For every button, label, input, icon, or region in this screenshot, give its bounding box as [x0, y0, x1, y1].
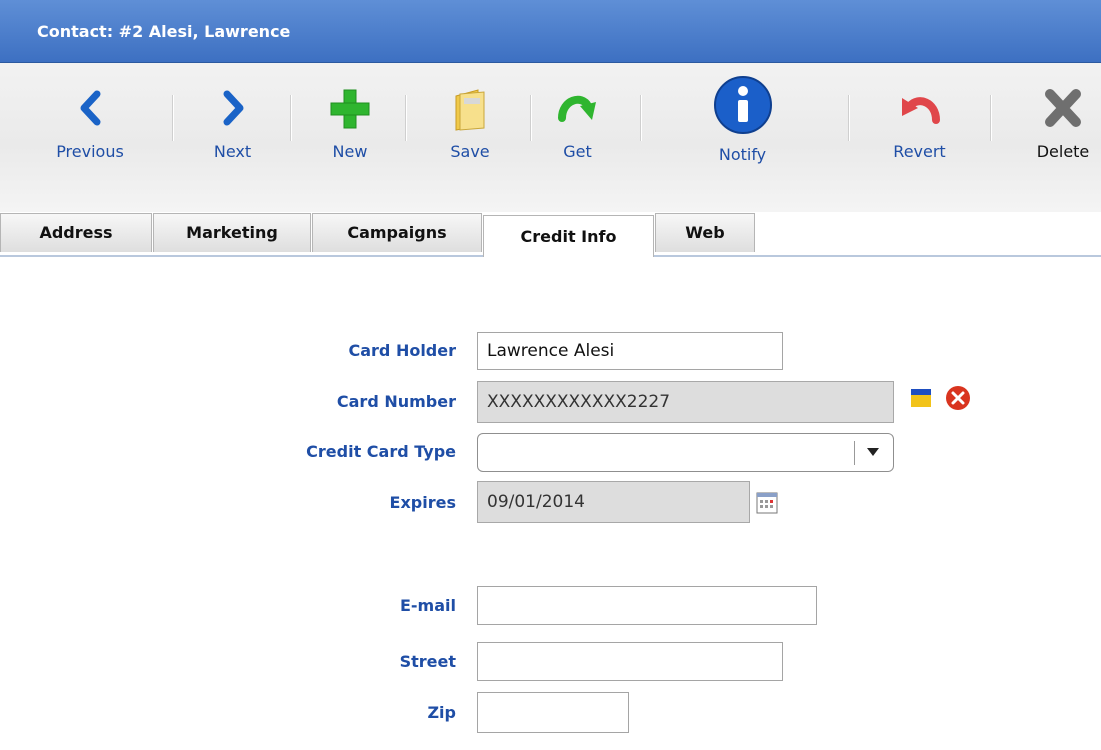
previous-button[interactable]: Previous [40, 63, 140, 183]
toolbar-separator [405, 95, 406, 141]
refresh-arrow-icon [557, 95, 596, 122]
folder-save-icon [455, 89, 485, 131]
expires-label: Expires [389, 493, 456, 512]
revert-label: Revert [893, 142, 946, 161]
tab-credit-info[interactable]: Credit Info [483, 215, 654, 257]
chevron-left-icon [80, 90, 101, 126]
window-title-bar: Contact: #2 Alesi, Lawrence [0, 0, 1101, 63]
notify-label: Notify [718, 145, 767, 164]
tab-web[interactable]: Web [655, 213, 755, 252]
email-input[interactable] [477, 586, 817, 625]
delete-label: Delete [1036, 142, 1090, 161]
revert-button[interactable]: Revert [872, 63, 967, 183]
tab-address[interactable]: Address [0, 213, 152, 252]
street-label: Street [399, 652, 456, 671]
toolbar-separator [530, 95, 531, 141]
chevron-down-icon[interactable] [867, 448, 879, 456]
toolbar-separator [848, 95, 849, 141]
card-number-label: Card Number [336, 392, 456, 411]
save-label: Save [450, 142, 490, 161]
get-button[interactable]: Get [545, 63, 610, 183]
toolbar-separator [990, 95, 991, 141]
plus-icon [330, 89, 370, 129]
window-title: Contact: #2 Alesi, Lawrence [37, 22, 291, 41]
email-label: E-mail [399, 596, 456, 615]
select-divider [854, 441, 855, 465]
toolbar-separator [290, 95, 291, 141]
clear-icon[interactable] [945, 385, 971, 411]
next-button[interactable]: Next [195, 63, 270, 183]
get-label: Get [563, 142, 592, 161]
tab-bar: Address Marketing Campaigns Credit Info … [0, 213, 1101, 257]
new-button[interactable]: New [315, 63, 385, 183]
card-edit-icon[interactable] [910, 388, 932, 408]
expires-input[interactable] [477, 481, 750, 523]
card-number-input[interactable] [477, 381, 894, 423]
new-label: New [332, 142, 368, 161]
toolbar: Previous Next New Save Get Notify Revert… [0, 63, 1101, 212]
x-delete-icon [1045, 89, 1081, 127]
info-icon [713, 76, 772, 134]
tab-marketing[interactable]: Marketing [153, 213, 311, 252]
next-label: Next [213, 142, 252, 161]
previous-label: Previous [56, 142, 124, 161]
toolbar-separator [640, 95, 641, 141]
toolbar-separator [172, 95, 173, 141]
zip-input[interactable] [477, 692, 629, 733]
tab-campaigns[interactable]: Campaigns [312, 213, 482, 252]
credit-card-type-select[interactable] [477, 433, 894, 472]
street-input[interactable] [477, 642, 783, 681]
save-button[interactable]: Save [425, 63, 515, 183]
credit-card-type-label: Credit Card Type [306, 442, 456, 461]
delete-button[interactable]: Delete [1025, 63, 1101, 183]
zip-label: Zip [427, 703, 456, 722]
calendar-icon[interactable] [756, 492, 778, 514]
chevron-right-icon [223, 90, 243, 126]
card-holder-input[interactable] [477, 332, 783, 370]
card-holder-label: Card Holder [348, 341, 456, 360]
undo-arrow-icon [901, 97, 940, 124]
notify-button[interactable]: Notify [695, 63, 790, 183]
